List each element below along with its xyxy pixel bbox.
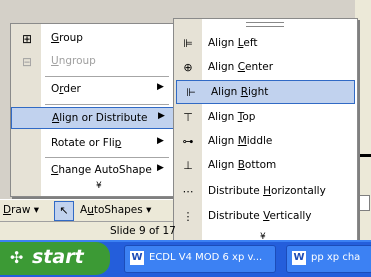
menu-item-ungroup[interactable]: ⊟ Ungroup [11,51,174,73]
taskbar-button-pp-xp[interactable]: W pp xp cha [286,245,371,273]
submenu-item-align-center[interactable]: ⊕ Align Center [174,56,357,80]
menu-separator [45,157,169,158]
app-background-top [0,0,371,18]
menu-separator [45,104,169,105]
menu-item-rotate-or-flip[interactable]: Rotate or Flip ▶ [11,133,174,155]
word-document-icon: W [130,251,144,265]
menu-item-align-or-distribute[interactable]: Align or Distribute ▶ [11,107,174,129]
windows-flag-icon: ✣ [10,248,24,267]
align-left-icon: ⊫ [183,37,193,50]
distribute-vertically-icon: ⋮ [182,210,194,223]
submenu-arrow-icon: ▶ [157,82,164,92]
menu-item-change-autoshape[interactable]: Change AutoShape ▶ [11,160,174,182]
submenu-item-align-bottom[interactable]: ⊥ Align Bottom [174,154,357,178]
align-center-icon: ⊕ [183,61,193,74]
submenu-item-align-right[interactable]: ⊩ Align Right [176,80,355,104]
submenu-item-distribute-vertically[interactable]: ⋮ Distribute Vertically [174,205,357,229]
select-objects-cursor-icon[interactable]: ↖ [54,201,74,221]
submenu-item-distribute-horizontally[interactable]: ⋯ Distribute Horizontally [174,180,357,204]
scroll-button[interactable] [358,195,370,211]
menu-item-group[interactable]: ⊞ Group [11,28,174,50]
word-document-icon: W [292,251,306,265]
drag-grip-icon[interactable] [246,22,284,27]
submenu-arrow-icon: ▶ [157,163,164,173]
distribute-horizontally-icon: ⋯ [182,185,194,198]
status-bar: Slide 9 of 17 [0,221,176,241]
submenu-item-align-middle[interactable]: ⊶ Align Middle [174,130,357,154]
submenu-arrow-icon: ▶ [158,111,165,121]
menu-separator [45,76,169,77]
submenu-arrow-icon: ▶ [157,136,164,146]
taskbar-button-ecdl[interactable]: W ECDL V4 MOD 6 xp v... [124,245,276,273]
submenu-item-align-left[interactable]: ⊫ Align Left [174,32,357,56]
expand-menu-chevron-icon[interactable]: ¥ [96,181,102,191]
draw-menu-button[interactable]: Draw ▾ [3,204,39,216]
windows-taskbar: ✣ start W ECDL V4 MOD 6 xp v... W pp xp … [0,240,371,277]
start-button[interactable]: ✣ start [0,242,110,275]
align-right-icon: ⊩ [186,86,196,99]
submenu-item-align-top[interactable]: ⊤ Align Top [174,106,357,130]
slide-counter: Slide 9 of 17 [110,225,176,237]
drawing-toolbar: Draw ▾ ↖ AutoShapes ▾ [0,199,173,222]
group-icon: ⊞ [21,32,33,46]
autoshapes-menu-button[interactable]: AutoShapes ▾ [80,204,151,216]
menu-item-order[interactable]: Order ▶ [11,79,174,101]
draw-menu: ⊞ Group ⊟ Ungroup Order ▶ Align or Distr… [10,23,175,197]
ungroup-icon: ⊟ [21,55,33,69]
align-bottom-icon: ⊥ [183,159,193,172]
align-middle-icon: ⊶ [182,135,194,148]
align-distribute-submenu: ⊫ Align Left ⊕ Align Center ⊩ Align Righ… [173,18,358,246]
align-top-icon: ⊤ [183,111,193,124]
